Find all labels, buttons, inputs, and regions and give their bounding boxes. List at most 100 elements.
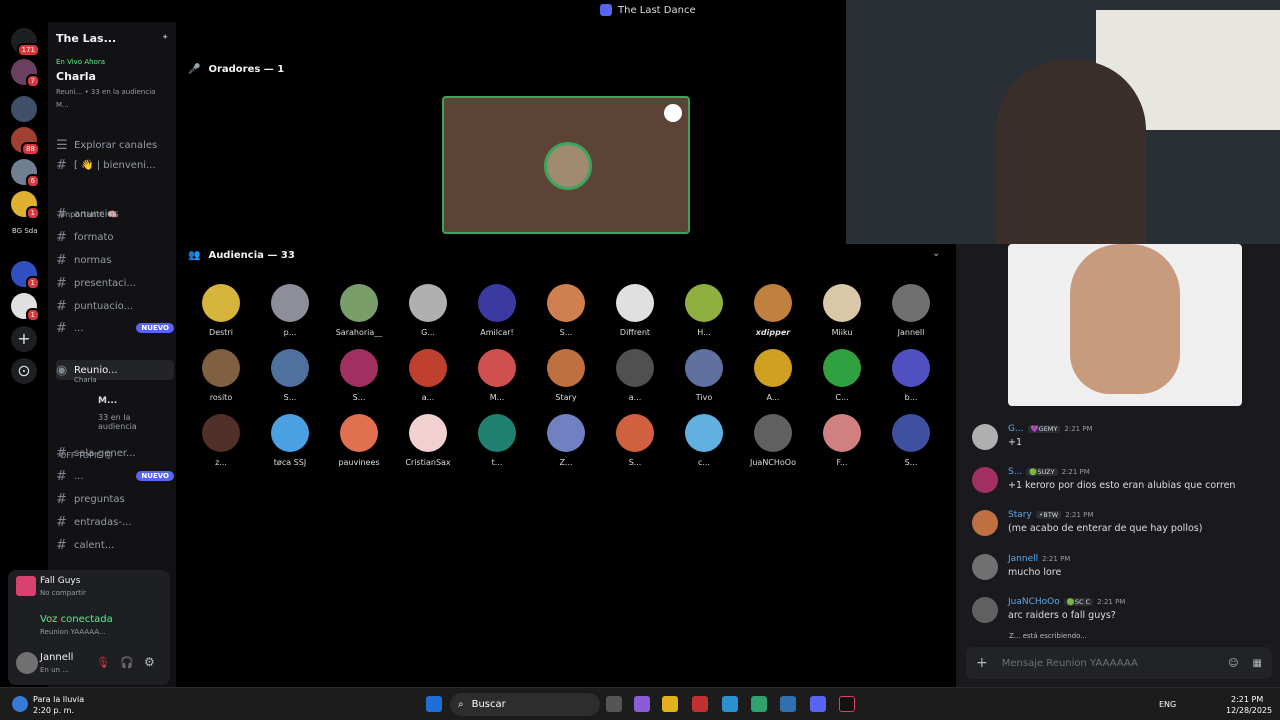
avatar[interactable] <box>823 414 861 452</box>
avatar[interactable] <box>202 349 240 387</box>
voice-connected-sub[interactable]: Reunion YAAAAA... <box>40 628 106 636</box>
avatar[interactable] <box>754 414 792 452</box>
channel-item[interactable]: #... NUEVO <box>56 466 174 486</box>
audience-member[interactable]: Destri <box>191 284 251 337</box>
audience-member[interactable]: tøca SSJ <box>260 414 320 467</box>
avatar[interactable] <box>972 510 998 536</box>
avatar[interactable] <box>271 414 309 452</box>
channel-item[interactable]: # preguntas <box>56 489 174 509</box>
avatar[interactable] <box>409 349 447 387</box>
message-author[interactable]: Jannell <box>1008 554 1038 564</box>
audience-member[interactable]: a... <box>605 349 665 402</box>
audience-member[interactable]: Amilcar! <box>467 284 527 337</box>
avatar[interactable] <box>685 414 723 452</box>
avatar[interactable] <box>202 284 240 322</box>
audience-member[interactable]: A... <box>743 349 803 402</box>
channel-item[interactable]: # normas <box>56 250 174 270</box>
avatar[interactable] <box>892 414 930 452</box>
avatar[interactable] <box>685 284 723 322</box>
server-icon[interactable]: 1 <box>11 293 40 322</box>
avatar[interactable] <box>823 284 861 322</box>
audience-member[interactable]: Tivo <box>674 349 734 402</box>
discover-icon[interactable]: ⊙ <box>11 358 37 384</box>
audience-member[interactable]: z... <box>191 414 251 467</box>
server-icon[interactable]: 1 <box>11 261 40 290</box>
avatar[interactable] <box>892 349 930 387</box>
message-composer[interactable]: + Mensaje Reunion YAAAAAA ☺ ▦ <box>966 647 1272 679</box>
audience-member[interactable]: c... <box>674 414 734 467</box>
avatar[interactable] <box>754 349 792 387</box>
audience-member[interactable]: C... <box>812 349 872 402</box>
server-folder-label[interactable]: BG Sda <box>12 227 38 235</box>
avatar[interactable] <box>616 284 654 322</box>
live-stage-card[interactable]: En Vivo Ahora Charla Reuni... • 33 en la… <box>56 58 172 109</box>
audience-member[interactable]: S... <box>881 414 941 467</box>
audience-member[interactable]: S... <box>329 349 389 402</box>
app-icon[interactable] <box>692 696 708 712</box>
channel-item[interactable]: # calent... <box>56 535 174 555</box>
audience-member[interactable]: Jannell <box>881 284 941 337</box>
avatar[interactable] <box>754 284 792 322</box>
channel-item[interactable]: #... NUEVO <box>56 318 174 338</box>
clock[interactable]: 2:21 PM <box>1231 695 1263 704</box>
dm-home-button[interactable]: 171 <box>11 28 40 57</box>
audience-member[interactable]: Sarahoria__ <box>329 284 389 337</box>
mute-icon[interactable]: 🎙 <box>96 656 110 669</box>
server-header[interactable]: The Las... ⁺ <box>48 22 176 54</box>
avatar[interactable] <box>616 414 654 452</box>
server-icon[interactable]: 6 <box>11 159 40 188</box>
avatar[interactable] <box>685 349 723 387</box>
copilot-icon[interactable] <box>634 696 650 712</box>
add-server-button[interactable]: + <box>11 326 37 352</box>
invite-icon[interactable]: ⁺ <box>162 32 168 45</box>
channel-item[interactable]: # entradas-... <box>56 512 174 532</box>
audience-member[interactable]: G... <box>398 284 458 337</box>
file-explorer-icon[interactable] <box>662 696 678 712</box>
channel-item[interactable]: # anuncios <box>56 204 174 224</box>
channel-item[interactable]: # [ 👋 | bienveni... <box>56 155 174 175</box>
server-icon[interactable]: 1 <box>11 191 40 220</box>
audience-member[interactable]: H... <box>674 284 734 337</box>
avatar[interactable] <box>823 349 861 387</box>
app-icon[interactable] <box>751 696 767 712</box>
audience-member[interactable]: Z... <box>536 414 596 467</box>
audience-member[interactable]: b... <box>881 349 941 402</box>
server-icon[interactable] <box>11 96 37 122</box>
voice-user[interactable]: M... <box>98 396 117 406</box>
avatar[interactable] <box>547 349 585 387</box>
avatar[interactable] <box>409 414 447 452</box>
avatar[interactable] <box>271 349 309 387</box>
audience-member[interactable]: p... <box>260 284 320 337</box>
audience-member[interactable]: rosito <box>191 349 251 402</box>
emoji-icon[interactable]: ☺ <box>1228 658 1238 669</box>
avatar[interactable] <box>409 284 447 322</box>
message-author[interactable]: G... <box>1008 424 1024 434</box>
tiktok-icon[interactable] <box>839 696 855 712</box>
audience-member[interactable]: M... <box>467 349 527 402</box>
channel-item[interactable]: # formato <box>56 227 174 247</box>
avatar[interactable] <box>478 284 516 322</box>
add-attachment-icon[interactable]: + <box>976 655 988 671</box>
taskbar-search[interactable]: ⌕ Buscar <box>450 693 600 716</box>
avatar[interactable] <box>547 414 585 452</box>
start-button[interactable] <box>426 696 442 712</box>
speaker-avatar[interactable] <box>544 142 592 190</box>
audience-member[interactable]: Stary <box>536 349 596 402</box>
gear-icon[interactable]: ⚙ <box>144 655 155 669</box>
audience-member[interactable]: t... <box>467 414 527 467</box>
language-indicator[interactable]: ENG <box>1159 700 1176 709</box>
avatar[interactable] <box>972 467 998 493</box>
apps-icon[interactable]: ▦ <box>1253 658 1262 669</box>
message-input[interactable]: Mensaje Reunion YAAAAAA <box>1002 658 1214 669</box>
avatar[interactable] <box>616 349 654 387</box>
message-author[interactable]: S... <box>1008 467 1022 477</box>
audience-member[interactable]: 𝙭𝙙𝙞𝙥𝙥𝙚𝙧 <box>743 284 803 337</box>
audience-member[interactable]: F... <box>812 414 872 467</box>
channel-item[interactable]: # presentaci... <box>56 273 174 293</box>
weather-icon[interactable] <box>12 696 28 712</box>
avatar[interactable] <box>340 414 378 452</box>
avatar[interactable] <box>972 554 998 580</box>
avatar[interactable] <box>972 424 998 450</box>
audience-member[interactable]: CristianSax <box>398 414 458 467</box>
audience-member[interactable]: S... <box>605 414 665 467</box>
